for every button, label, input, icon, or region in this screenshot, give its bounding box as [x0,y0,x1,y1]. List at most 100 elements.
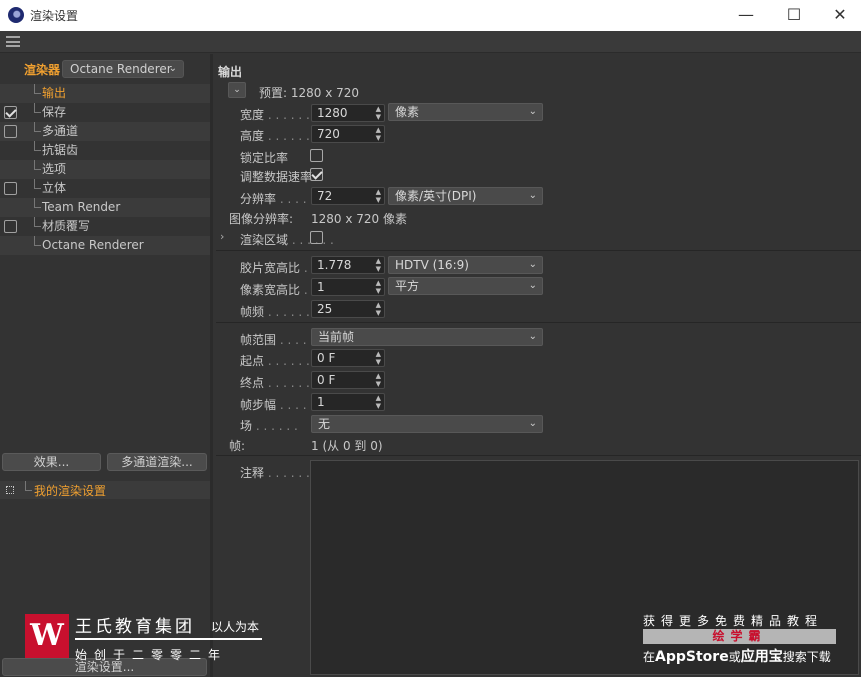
tree-item-save[interactable]: 保存 [0,103,210,122]
multipass-enable-checkbox[interactable] [4,125,17,138]
tree-item-label: 选项 [42,162,67,176]
multipass-render-button[interactable]: 多通道渲染... [107,453,207,471]
stereo-enable-checkbox[interactable] [4,182,17,195]
watermark-wangshi: W 王氏教育集团 以人为本 始创于二零零二年 [25,612,275,662]
frame-step-label: 帧步幅 [240,396,322,413]
tree-item-material-override[interactable]: 材质覆写 [0,217,210,236]
watermark-line2: 绘学霸 [643,629,836,644]
renderer-select[interactable]: Octane Renderer ⌄ [62,60,184,78]
preset-icon [6,486,14,494]
tree-branch-line [34,103,41,113]
frame-range-select[interactable]: 当前帧 ⌄ [311,328,543,346]
lock-ratio-checkbox[interactable] [310,149,323,162]
watermark-sub: 始创于二零零二年 [75,648,228,662]
watermark-underline [75,638,262,640]
spinner-icon[interactable]: ▲ ▼ [376,188,381,204]
close-button[interactable]: ✕ [817,0,861,31]
tree-item-label: 立体 [42,181,67,195]
title-bar: 渲染设置 — ☐ ✕ [0,0,861,31]
frame-range-label: 帧范围 [240,331,322,348]
pixel-aspect-preset: 平方 [395,279,420,293]
start-value: 0 F [317,351,336,365]
wm-prefix: 在 [643,650,656,664]
watermark-line1: 获得更多免费精品教程 [643,614,824,628]
window-title: 渲染设置 [30,9,79,23]
chevron-down-icon: ⌄ [528,418,537,429]
maximize-button[interactable]: ☐ [771,0,817,31]
pixel-aspect-select[interactable]: 平方 ⌄ [388,277,543,295]
film-aspect-field[interactable]: 1.778 ▲ ▼ [311,256,385,274]
unit-select[interactable]: 像素 ⌄ [388,103,543,121]
resolution-label: 分辨率 [240,190,322,207]
tree-item-label: 材质覆写 [42,219,91,233]
resolution-unit-select[interactable]: 像素/英寸(DPI) ⌄ [388,187,543,205]
pixel-aspect-field[interactable]: 1 ▲ ▼ [311,278,385,296]
frame-step-field[interactable]: 1 ▲ ▼ [311,393,385,411]
chevron-down-icon: ⌄ [168,63,177,74]
effects-button[interactable]: 效果... [2,453,101,471]
image-resolution-label: 图像分辨率: [229,212,294,226]
adjust-rate-checkbox[interactable] [310,168,323,181]
spinner-icon[interactable]: ▲ ▼ [376,301,381,317]
tree-item-antialiasing[interactable]: 抗锯齿 [0,141,210,160]
lock-ratio-label: 锁定比率 [240,151,289,165]
film-aspect-preset: HDTV (16:9) [395,258,469,272]
height-value: 720 [317,127,340,141]
tree-branch-line [34,217,41,227]
watermark-line3: 在AppStore或应用宝搜索下载 [643,646,831,666]
tree-item-team-render[interactable]: Team Render [0,198,210,217]
fps-value: 25 [317,302,333,316]
height-field[interactable]: 720 ▲ ▼ [311,125,385,143]
tree-item-stereo[interactable]: 立体 [0,179,210,198]
preset-dropdown-button[interactable]: ⌄ [228,82,246,98]
wm-store: AppStore [655,649,729,665]
render-region-checkbox[interactable] [310,231,323,244]
render-preset-item[interactable]: 我的渲染设置 [0,481,210,499]
spinner-icon[interactable]: ▲ ▼ [376,350,381,366]
field-select[interactable]: 无 ⌄ [311,415,543,433]
spinner-icon[interactable]: ▲ ▼ [376,257,381,273]
width-label: 宽度 [240,106,310,123]
preset-text: 预置: 1280 x 720 [259,86,360,100]
field-select-value: 无 [318,417,331,431]
tree-item-options[interactable]: 选项 [0,160,210,179]
frame-step-value: 1 [317,395,325,409]
tree-item-label: Team Render [42,200,121,214]
resolution-value: 72 [317,189,333,203]
end-value: 0 F [317,373,336,387]
renderer-label: 渲染器 [24,63,61,77]
unit-select-value: 像素 [395,105,420,119]
spinner-icon[interactable]: ▲ ▼ [376,372,381,388]
tree-item-label: 多通道 [42,124,79,138]
preset-item-label: 我的渲染设置 [34,484,107,498]
resolution-field[interactable]: 72 ▲ ▼ [311,187,385,205]
tree-item-octane-renderer[interactable]: Octane Renderer [0,236,210,255]
chevron-down-icon: ⌄ [528,259,537,270]
material-override-checkbox[interactable] [4,220,17,233]
tree-branch-line [34,141,41,151]
spinner-icon[interactable]: ▲ ▼ [376,126,381,142]
adjust-rate-label: 调整数据速率 [240,170,313,184]
watermark-name: 王氏教育集团 [75,617,195,637]
width-field[interactable]: 1280 ▲ ▼ [311,104,385,122]
pixel-aspect-value: 1 [317,280,325,294]
film-aspect-select[interactable]: HDTV (16:9) ⌄ [388,256,543,274]
tree-item-output[interactable]: 输出 [0,84,210,103]
tree-branch-line [25,481,32,491]
width-value: 1280 [317,106,348,120]
tree-branch-line [34,236,41,246]
fps-field[interactable]: 25 ▲ ▼ [311,300,385,318]
minimize-button[interactable]: — [723,0,769,31]
hamburger-menu-icon[interactable] [6,36,20,47]
chevron-down-icon: ⌄ [528,106,537,117]
chevron-down-icon: ⌄ [528,331,537,342]
spinner-icon[interactable]: ▲ ▼ [376,105,381,121]
spinner-icon[interactable]: ▲ ▼ [376,279,381,295]
expand-arrow-icon[interactable]: › [220,230,224,243]
section-title: 输出 [218,65,243,79]
start-field[interactable]: 0 F ▲ ▼ [311,349,385,367]
save-enable-checkbox[interactable] [4,106,17,119]
end-field[interactable]: 0 F ▲ ▼ [311,371,385,389]
tree-item-multipass[interactable]: 多通道 [0,122,210,141]
spinner-icon[interactable]: ▲ ▼ [376,394,381,410]
